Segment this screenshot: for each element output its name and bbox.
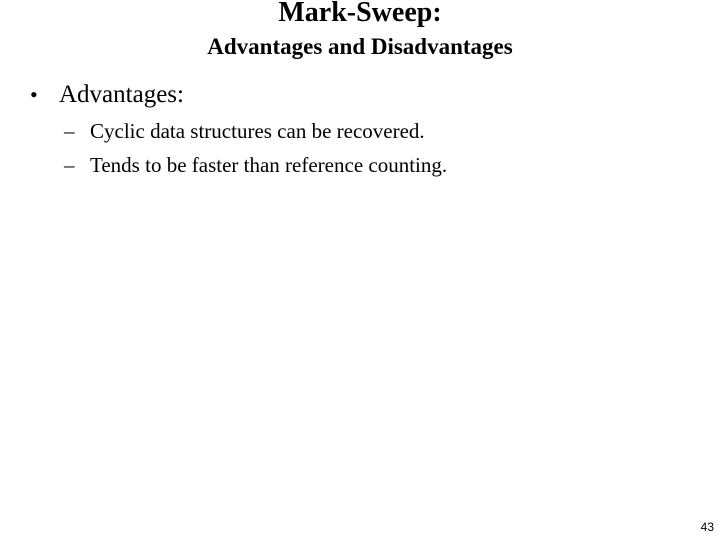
bullet-text: Advantages: [59,81,184,108]
bullet-dot-icon: • [30,82,38,107]
dash-icon: – [64,153,75,177]
slide-title: Mark-Sweep: [278,0,442,28]
bullet-advantages: • Advantages: [30,79,184,111]
sub-bullet-faster: – Tends to be faster than reference coun… [64,151,447,179]
sub-bullet-text: Cyclic data structures can be recovered. [90,119,425,143]
dash-icon: – [64,119,75,143]
slide-subtitle: Advantages and Disadvantages [207,34,513,59]
page-number: 43 [700,520,714,534]
sub-bullet-text: Tends to be faster than reference counti… [90,153,448,177]
sub-bullet-cyclic: – Cyclic data structures can be recovere… [64,117,425,145]
